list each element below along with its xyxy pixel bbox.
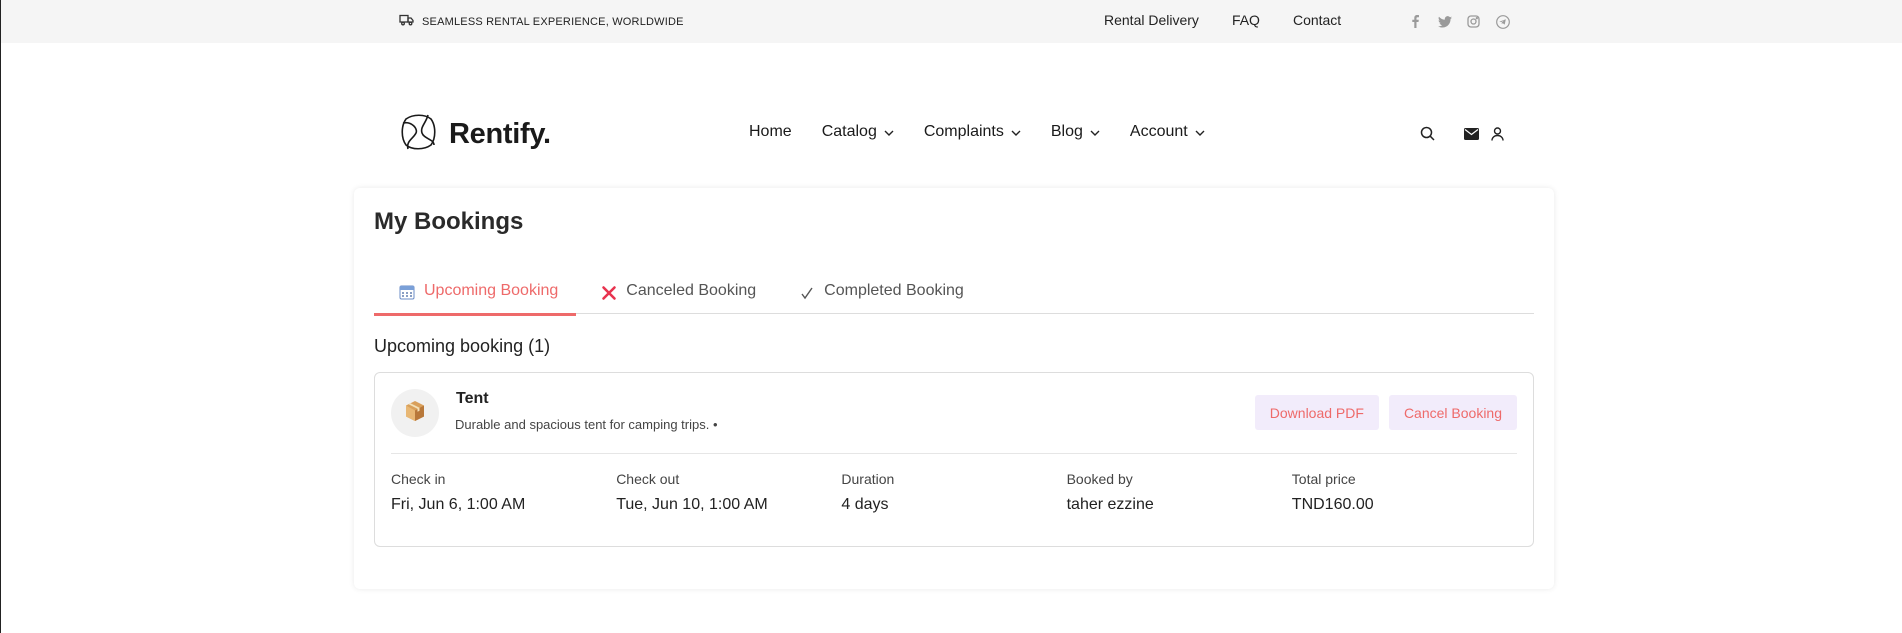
product-thumbnail	[391, 389, 439, 437]
main-header: Rentify. Home Catalog Complaints Blog Ac…	[1, 43, 1902, 178]
checkmark-icon	[798, 284, 816, 302]
nav-blog[interactable]: Blog	[1051, 123, 1100, 141]
bookings-card: My Bookings Upcoming Booking Canceled Bo…	[354, 188, 1554, 589]
cross-icon	[600, 284, 618, 302]
booked-by-value: taher ezzine	[1066, 496, 1154, 513]
instagram-icon[interactable]	[1465, 13, 1482, 30]
check-out-value: Tue, Jun 10, 1:00 AM	[616, 496, 768, 513]
duration-value: 4 days	[841, 496, 889, 513]
tab-upcoming-label: Upcoming Booking	[424, 281, 559, 299]
telegram-icon[interactable]	[1494, 13, 1511, 30]
chevron-down-icon	[1090, 123, 1100, 141]
booking-details: Check in Fri, Jun 6, 1:00 AM Check out T…	[391, 471, 1517, 514]
booking-tabs: Upcoming Booking Canceled Booking Comple…	[374, 276, 1534, 316]
nav-account[interactable]: Account	[1130, 123, 1205, 141]
search-icon[interactable]	[1419, 125, 1436, 142]
chevron-down-icon	[884, 123, 894, 141]
nav-account-label: Account	[1129, 123, 1188, 140]
tab-canceled-booking[interactable]: Canceled Booking	[576, 276, 774, 314]
social-links	[1407, 13, 1511, 30]
nav-catalog-label: Catalog	[821, 123, 877, 140]
nav-home-label: Home	[749, 123, 792, 140]
top-bar: SEAMLESS RENTAL EXPERIENCE, WORLDWIDE Re…	[1, 0, 1902, 43]
tagline-text: SEAMLESS RENTAL EXPERIENCE, WORLDWIDE	[422, 15, 684, 28]
nav-blog-label: Blog	[1050, 123, 1083, 140]
product-description: Durable and spacious tent for camping tr…	[455, 417, 718, 432]
link-faq[interactable]: FAQ	[1232, 12, 1260, 28]
user-icon[interactable]	[1489, 125, 1506, 142]
upcoming-count-heading: Upcoming booking (1)	[374, 336, 551, 356]
tab-upcoming-booking[interactable]: Upcoming Booking	[374, 276, 577, 316]
tab-completed-label: Completed Booking	[824, 282, 964, 299]
nav-complaints[interactable]: Complaints	[924, 123, 1021, 141]
mail-icon[interactable]	[1463, 125, 1480, 142]
check-in-value: Fri, Jun 6, 1:00 AM	[391, 496, 526, 513]
duration-label: Duration	[841, 471, 895, 487]
twitter-icon[interactable]	[1436, 13, 1453, 30]
check-out-label: Check out	[616, 471, 680, 487]
logo-mark-icon	[398, 111, 438, 158]
chevron-down-icon	[1011, 123, 1021, 141]
main-nav: Home Catalog Complaints Blog Account	[749, 123, 1205, 141]
cancel-booking-button[interactable]: Cancel Booking	[1388, 395, 1517, 430]
detail-total-price: Total price TND160.00	[1292, 471, 1517, 514]
package-icon	[403, 399, 427, 428]
booking-item: Tent Durable and spacious tent for campi…	[374, 372, 1534, 547]
link-contact[interactable]: Contact	[1293, 12, 1341, 28]
detail-booked-by: Booked by taher ezzine	[1067, 471, 1292, 514]
download-pdf-button[interactable]: Download PDF	[1254, 395, 1379, 430]
detail-check-out: Check out Tue, Jun 10, 1:00 AM	[616, 471, 841, 514]
nav-catalog[interactable]: Catalog	[822, 123, 894, 141]
truck-icon	[399, 14, 414, 29]
link-rental-delivery[interactable]: Rental Delivery	[1104, 12, 1199, 28]
brand-logo[interactable]: Rentify.	[398, 111, 551, 158]
product-name: Tent	[456, 390, 489, 407]
total-price-value: TND160.00	[1291, 496, 1374, 513]
detail-duration: Duration 4 days	[841, 471, 1066, 514]
brand-name: Rentify.	[449, 118, 551, 150]
tab-completed-booking[interactable]: Completed Booking	[774, 276, 982, 314]
tagline: SEAMLESS RENTAL EXPERIENCE, WORLDWIDE	[399, 14, 684, 29]
check-in-label: Check in	[391, 471, 446, 487]
topbar-links: Rental Delivery FAQ Contact	[1104, 12, 1341, 28]
chevron-down-icon	[1195, 123, 1205, 141]
page-title: My Bookings	[374, 208, 524, 235]
booking-actions: Download PDF Cancel Booking	[1254, 395, 1517, 430]
detail-check-in: Check in Fri, Jun 6, 1:00 AM	[391, 471, 616, 514]
divider	[391, 453, 1517, 454]
nav-complaints-label: Complaints	[923, 123, 1004, 140]
total-price-label: Total price	[1291, 471, 1356, 487]
tab-canceled-label: Canceled Booking	[626, 282, 757, 299]
facebook-icon[interactable]	[1407, 13, 1424, 30]
booked-by-label: Booked by	[1066, 471, 1133, 487]
calendar-icon	[398, 283, 416, 301]
nav-home[interactable]: Home	[749, 123, 792, 141]
header-icons	[1419, 125, 1506, 142]
